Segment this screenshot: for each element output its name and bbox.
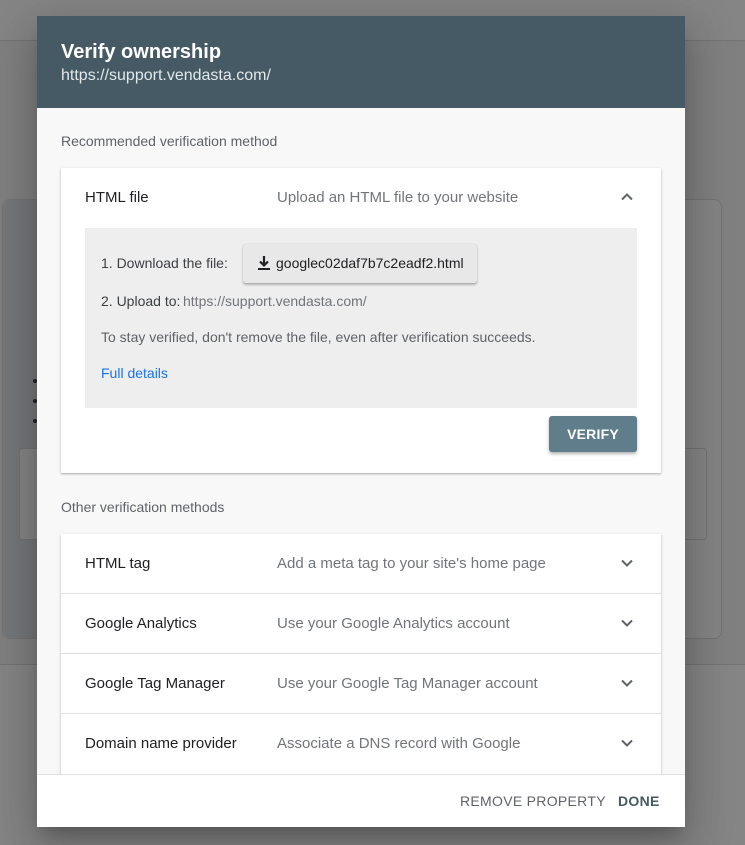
- verification-note: To stay verified, don't remove the file,…: [101, 329, 536, 345]
- verify-button[interactable]: VERIFY: [549, 416, 637, 452]
- remove-property-button[interactable]: REMOVE PROPERTY: [460, 775, 606, 827]
- method-description: Associate a DNS record with Google: [277, 735, 521, 752]
- method-row-domain-name-provider[interactable]: Domain name provider Associate a DNS rec…: [61, 714, 661, 773]
- other-methods-section-label: Other verification methods: [61, 499, 225, 515]
- verify-ownership-dialog: Verify ownership https://support.vendast…: [37, 16, 685, 827]
- method-name: Google Tag Manager: [85, 675, 225, 692]
- dialog-footer: REMOVE PROPERTY DONE: [37, 774, 685, 827]
- dialog-subtitle: https://support.vendasta.com/: [61, 67, 271, 84]
- method-row-html-file[interactable]: HTML file Upload an HTML file to your we…: [61, 168, 661, 227]
- download-icon: [255, 254, 273, 272]
- dialog-title: Verify ownership: [61, 41, 222, 63]
- method-row-html-tag[interactable]: HTML tag Add a meta tag to your site's h…: [61, 534, 661, 594]
- done-button[interactable]: DONE: [618, 775, 660, 827]
- upload-url: https://support.vendasta.com/: [183, 293, 367, 309]
- chevron-down-icon[interactable]: [617, 733, 637, 753]
- method-description: Add a meta tag to your site's home page: [277, 555, 546, 572]
- dialog-body[interactable]: Recommended verification method HTML fil…: [37, 108, 685, 774]
- full-details-link[interactable]: Full details: [101, 365, 168, 381]
- method-name: Domain name provider: [85, 735, 237, 752]
- chevron-up-icon[interactable]: [617, 187, 637, 207]
- step1-label: 1. Download the file:: [101, 255, 228, 271]
- method-row-google-analytics[interactable]: Google Analytics Use your Google Analyti…: [61, 594, 661, 654]
- method-row-google-tag-manager[interactable]: Google Tag Manager Use your Google Tag M…: [61, 654, 661, 714]
- other-methods-card: HTML tag Add a meta tag to your site's h…: [61, 534, 661, 774]
- html-file-instructions-panel: 1. Download the file: googlec02daf7b7c2e…: [85, 228, 637, 408]
- chevron-down-icon[interactable]: [617, 673, 637, 693]
- recommended-method-card: HTML file Upload an HTML file to your we…: [61, 168, 661, 473]
- method-name: Google Analytics: [85, 615, 197, 632]
- chevron-down-icon[interactable]: [617, 553, 637, 573]
- step2-label: 2. Upload to:: [101, 293, 181, 309]
- method-description: Use your Google Analytics account: [277, 615, 510, 632]
- method-description: Use your Google Tag Manager account: [277, 675, 538, 692]
- download-file-name: googlec02daf7b7c2eadf2.html: [276, 255, 464, 271]
- chevron-down-icon[interactable]: [617, 613, 637, 633]
- method-name: HTML file: [85, 189, 149, 206]
- method-name: HTML tag: [85, 555, 151, 572]
- method-description: Upload an HTML file to your website: [277, 189, 519, 206]
- recommended-section-label: Recommended verification method: [61, 133, 278, 149]
- dialog-header: Verify ownership https://support.vendast…: [37, 16, 685, 108]
- download-file-button[interactable]: googlec02daf7b7c2eadf2.html: [243, 244, 477, 283]
